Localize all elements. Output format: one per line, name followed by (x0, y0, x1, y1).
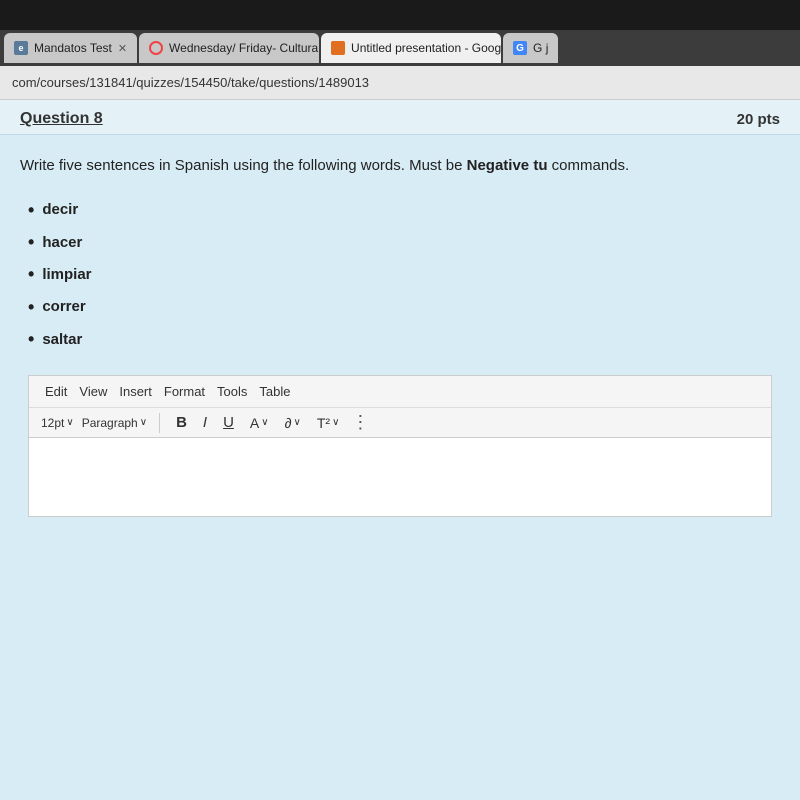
underline-button[interactable]: U (219, 412, 238, 433)
editor-text-area[interactable] (28, 437, 772, 517)
list-item: hacer (28, 226, 780, 258)
highlight-chevron: ∨ (294, 417, 301, 428)
font-color-button[interactable]: A ∨ (246, 413, 273, 433)
tab-close-mandatos[interactable]: ✕ (118, 42, 127, 55)
editor-toolbar: Edit View Insert Format Tools Table 12pt… (28, 375, 772, 437)
address-bar[interactable]: com/courses/131841/quizzes/154450/take/q… (0, 66, 800, 100)
url-text: com/courses/131841/quizzes/154450/take/q… (12, 75, 369, 90)
list-item: limpiar (28, 258, 780, 290)
bold-button[interactable]: B (172, 412, 191, 433)
font-color-label: A (250, 415, 259, 431)
editor-toolbar-wrapper: Edit View Insert Format Tools Table 12pt… (28, 375, 772, 517)
tab-label-mandatos: Mandatos Test (34, 41, 112, 55)
format-divider-1 (159, 413, 160, 433)
superscript-button[interactable]: T² ∨ (313, 413, 344, 433)
highlight-button[interactable]: ∂ ∨ (281, 413, 305, 433)
tab-bar: e Mandatos Test ✕ Wednesday/ Friday- Cul… (0, 30, 800, 66)
menu-tools[interactable]: Tools (213, 382, 251, 401)
question-points: 20 pts (737, 111, 780, 128)
tab-label-presentation: Untitled presentation - Google S (351, 41, 501, 55)
question-body: Write five sentences in Spanish using th… (0, 135, 800, 527)
paragraph-value: Paragraph (82, 416, 138, 430)
font-size-value: 12pt (41, 416, 64, 430)
editor-menubar: Edit View Insert Format Tools Table (29, 376, 771, 408)
menu-view[interactable]: View (75, 382, 111, 401)
font-size-chevron: ∨ (66, 417, 73, 428)
question-text: Write five sentences in Spanish using th… (20, 155, 780, 178)
menu-insert[interactable]: Insert (115, 382, 156, 401)
tab-favicon-google: G (513, 41, 527, 55)
editor-formatbar: 12pt ∨ Paragraph ∨ B I U A ∨ (29, 408, 771, 437)
superscript-chevron: ∨ (332, 417, 339, 428)
paragraph-select[interactable]: Paragraph ∨ (82, 416, 147, 430)
menu-format[interactable]: Format (160, 382, 209, 401)
tab-presentation[interactable]: Untitled presentation - Google S ✕ (321, 33, 501, 63)
word-list: decir hacer limpiar correr saltar (20, 194, 780, 356)
top-bar (0, 0, 800, 30)
list-item: correr (28, 291, 780, 323)
list-item: decir (28, 194, 780, 226)
font-color-chevron: ∨ (261, 417, 268, 428)
superscript-label: T² (317, 415, 330, 431)
question-header: Question 8 20 pts (0, 100, 800, 135)
main-content: Question 8 20 pts Write five sentences i… (0, 100, 800, 800)
tab-label-wednesday: Wednesday/ Friday- Cultural De (169, 41, 319, 55)
tab-google[interactable]: G G j (503, 33, 558, 63)
tab-mandatos[interactable]: e Mandatos Test ✕ (4, 33, 137, 63)
paragraph-chevron: ∨ (140, 417, 147, 428)
more-options-button[interactable]: ⋮ (351, 412, 370, 433)
tab-label-google: G j (533, 41, 548, 55)
font-size-select[interactable]: 12pt ∨ (41, 416, 74, 430)
tab-favicon-presentation (331, 41, 345, 55)
tab-favicon-wednesday (149, 41, 163, 55)
tab-wednesday[interactable]: Wednesday/ Friday- Cultural De ✕ (139, 33, 319, 63)
menu-edit[interactable]: Edit (41, 382, 71, 401)
menu-table[interactable]: Table (255, 382, 294, 401)
italic-button[interactable]: I (199, 412, 211, 433)
tab-favicon-mandatos: e (14, 41, 28, 55)
highlight-label: ∂ (285, 415, 292, 431)
question-text-bold: Negative tu (467, 157, 548, 174)
list-item: saltar (28, 323, 780, 355)
question-title: Question 8 (20, 110, 103, 128)
